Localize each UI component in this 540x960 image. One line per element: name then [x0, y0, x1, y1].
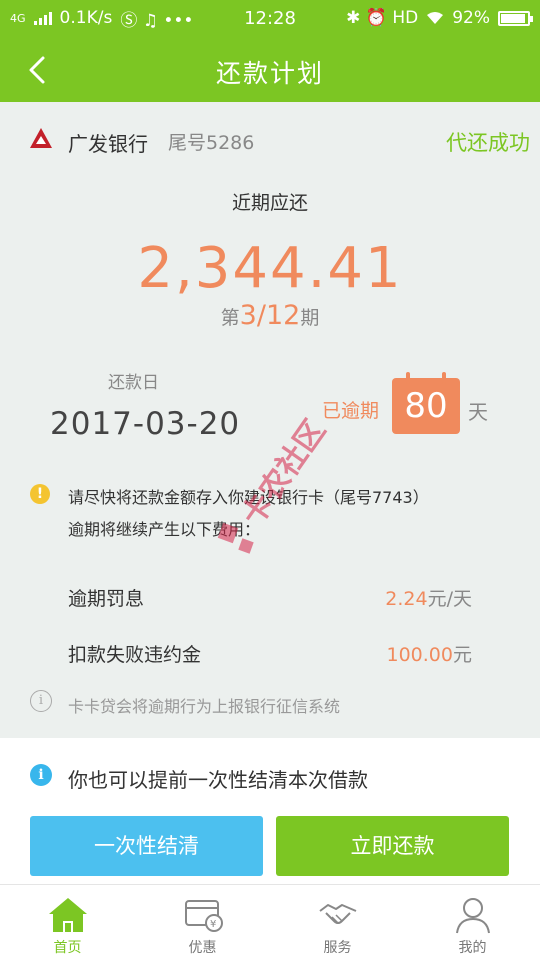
settle-all-button[interactable]: 一次性结清 [30, 816, 263, 876]
notification-icons: Ⓢ ♫ ••• [120, 10, 194, 31]
period-suffix: 期 [300, 307, 320, 329]
credit-report-notice: 卡卡贷会将逾期行为上报银行征信系统 [68, 697, 341, 716]
overdue-days-badge: 80 [392, 372, 460, 434]
warning-text-line1: 请尽快将还款金额存入你建设银行卡（尾号7743） [68, 488, 429, 507]
bank-row: 广发银行 尾号5286 代还成功 [0, 118, 540, 164]
tab-label: 优惠 [188, 940, 217, 956]
battery-icon [498, 10, 533, 26]
bottom-tab-bar: 首页 ¥ 优惠 服务 我的 [0, 884, 540, 960]
fee-value: 100.00 [386, 644, 453, 666]
overdue-unit: 天 [468, 400, 488, 424]
fee-unit: 元/天 [427, 588, 472, 610]
clock: 12:28 [244, 7, 296, 29]
system-icons: ✱ ⏰ HD [346, 8, 419, 28]
signal-icon [33, 11, 52, 25]
period-current: 3/12 [239, 300, 301, 331]
bank-logo-icon [30, 128, 52, 148]
recent-due-label: 近期应还 [231, 192, 308, 214]
fee-unit: 元 [452, 644, 472, 666]
repayment-status: 代还成功 [446, 131, 530, 155]
fee-label: 逾期罚息 [68, 588, 145, 610]
card-coupon-icon: ¥ [184, 900, 223, 932]
status-bar: 4G 0.1K/s Ⓢ ♫ ••• 12:28 ✱ ⏰ HD 92% [0, 0, 540, 36]
svg-text:¥: ¥ [210, 919, 216, 930]
battery-percent: 92% [452, 8, 490, 28]
period-prefix: 第 [220, 307, 240, 329]
installment-period: 第3/12期 [0, 300, 540, 331]
info-outline-icon: i [30, 690, 52, 712]
early-settlement-panel: i 你也可以提前一次性结清本次借款 一次性结清 立即还款 [0, 738, 540, 884]
network-indicator: 4G [10, 11, 26, 25]
tab-services[interactable]: 服务 [270, 885, 405, 960]
network-speed: 0.1K/s [59, 8, 113, 28]
due-amount: 2,344.41 [137, 236, 403, 301]
fee-row-penalty: 逾期罚息 2.24元/天 [68, 584, 472, 614]
person-icon [455, 898, 490, 934]
handshake-icon [318, 904, 356, 924]
fee-value: 2.24 [385, 588, 428, 610]
tab-label: 首页 [53, 940, 82, 956]
watermark-text: 卡农社区 [235, 414, 332, 532]
overdue-label: 已逾期 [322, 400, 380, 422]
tab-home[interactable]: 首页 [0, 885, 135, 960]
early-settlement-hint: 你也可以提前一次性结清本次借款 [68, 768, 368, 792]
wifi-icon [427, 12, 444, 24]
fee-label: 扣款失败违约金 [68, 644, 202, 666]
warning-icon: ! [30, 484, 50, 504]
info-icon: i [30, 764, 52, 786]
tab-mine[interactable]: 我的 [405, 885, 540, 960]
fee-row-breach: 扣款失败违约金 100.00元 [68, 640, 472, 670]
page-title: 还款计划 [215, 59, 324, 88]
app-header: 还款计划 [0, 36, 540, 102]
due-date: 2017-03-20 [50, 406, 241, 442]
repay-now-button[interactable]: 立即还款 [276, 816, 509, 876]
home-icon [48, 898, 87, 932]
due-date-label: 还款日 [108, 373, 159, 393]
tab-coupons[interactable]: ¥ 优惠 [135, 885, 270, 960]
bank-card-tail: 尾号5286 [168, 132, 255, 154]
bank-name: 广发银行 [68, 132, 148, 156]
tab-label: 服务 [323, 940, 352, 956]
tab-label: 我的 [458, 940, 487, 956]
warning-text-line2: 逾期将继续产生以下费用： [68, 520, 261, 539]
